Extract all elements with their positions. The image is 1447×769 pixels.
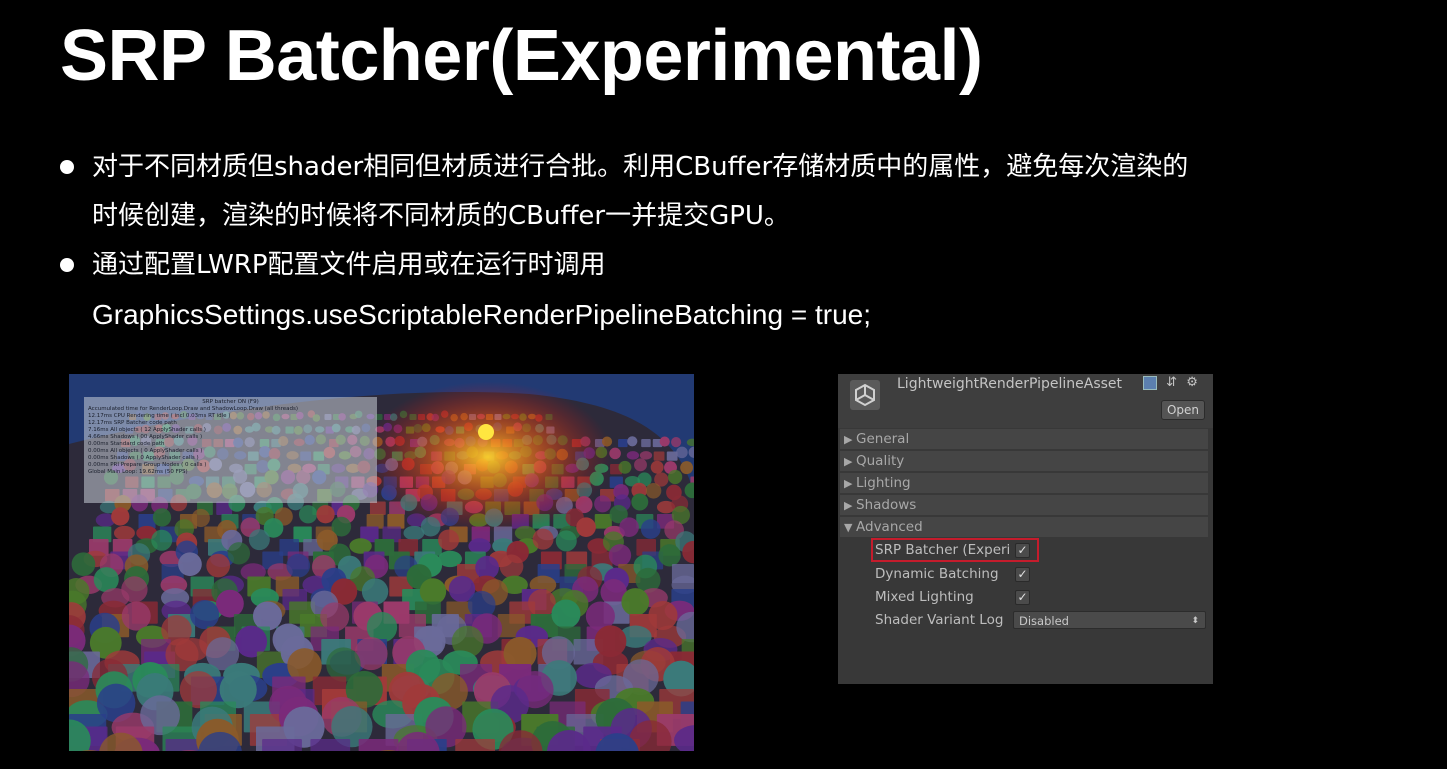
stats-line: 12.17ms CPU Rendering time ( incl 0.03ms… <box>88 413 231 419</box>
section-label: Shadows <box>856 497 917 513</box>
asset-name: LightweightRenderPipelineAsset <box>897 376 1123 392</box>
triangle-right-icon: ▶ <box>844 499 853 512</box>
highlight-box <box>871 538 1039 562</box>
slide-title: SRP Batcher(Experimental) <box>60 16 983 96</box>
inspector-panel: LightweightRenderPipelineAsset ⇵ ⚙ Open … <box>838 374 1213 684</box>
shader-variant-log-label: Shader Variant Log <box>875 612 1004 628</box>
section-label: Lighting <box>856 475 911 491</box>
stats-line: 12.17ms SRP Batcher code path <box>88 420 177 426</box>
section-lighting[interactable]: ▶ Lighting <box>840 473 1208 493</box>
bullet-line: 对于不同材质但shader相同但材质进行合批。利用CBuffer存储材质中的属性… <box>92 152 1189 182</box>
inspector-header: LightweightRenderPipelineAsset ⇵ ⚙ Open <box>838 374 1213 428</box>
mixed-lighting-label: Mixed Lighting <box>875 589 974 605</box>
stats-line: 0.00ms Standard code path <box>88 441 165 447</box>
header-icons: ⇵ ⚙ <box>1143 375 1203 390</box>
preset-icon[interactable]: ⇵ <box>1166 375 1177 390</box>
triangle-right-icon: ▶ <box>844 477 853 490</box>
gear-icon[interactable]: ⚙ <box>1186 375 1198 390</box>
bullet-item: 对于不同材质但shader相同但材质进行合批。利用CBuffer存储材质中的属性… <box>58 143 1418 241</box>
bullet-dot-icon <box>60 258 74 272</box>
open-button[interactable]: Open <box>1161 400 1205 420</box>
triangle-right-icon: ▶ <box>844 433 853 446</box>
dynamic-batching-label: Dynamic Batching <box>875 566 999 582</box>
triangle-down-icon: ▼ <box>844 521 853 534</box>
stats-line: 7.16ms All objects ( 12 ApplyShader call… <box>88 427 206 433</box>
section-general[interactable]: ▶ General <box>840 429 1208 449</box>
section-label: Quality <box>856 453 905 469</box>
bullet-item: 通过配置LWRP配置文件启用或在运行时调用 GraphicsSettings.u… <box>58 241 1418 339</box>
section-label: General <box>856 431 910 447</box>
stats-title: SRP batcher ON (F9) <box>202 399 259 405</box>
scene-screenshot: SRP batcher ON (F9) Accumulated time for… <box>69 374 694 751</box>
updown-arrow-icon: ⬍ <box>1191 616 1199 626</box>
stats-line: Accumulated time for RenderLoop.Draw and… <box>88 406 299 412</box>
section-advanced[interactable]: ▼ Advanced <box>840 517 1208 537</box>
shader-variant-log-dropdown[interactable]: Disabled ⬍ <box>1013 611 1206 629</box>
section-quality[interactable]: ▶ Quality <box>840 451 1208 471</box>
bullet-list: 对于不同材质但shader相同但材质进行合批。利用CBuffer存储材质中的属性… <box>58 143 1418 339</box>
dynamic-batching-checkbox[interactable]: ✓ <box>1015 567 1030 582</box>
section-label: Advanced <box>856 519 923 535</box>
mixed-lighting-checkbox[interactable]: ✓ <box>1015 590 1030 605</box>
dropdown-value: Disabled <box>1019 614 1069 628</box>
stats-line: Global Main Loop: 19.62ms (50 FPS) <box>88 469 188 475</box>
code-line: GraphicsSettings.useScriptableRenderPipe… <box>92 299 872 330</box>
stats-line: 4.66ms Shadows ( 00 ApplyShader calls ) <box>88 434 203 440</box>
unity-logo-icon <box>850 380 880 410</box>
stats-overlay: SRP batcher ON (F9) Accumulated time for… <box>84 397 377 503</box>
bullet-dot-icon <box>60 160 74 174</box>
stats-line: 0.00ms All objects ( 0 ApplyShader calls… <box>88 448 203 454</box>
section-shadows[interactable]: ▶ Shadows <box>840 495 1208 515</box>
stats-line: 0.00ms PRI Prepare Group Nodes ( 0 calls… <box>88 462 207 468</box>
stats-line: 0.00ms Shadows ( 0 ApplyShader calls ) <box>88 455 199 461</box>
bullet-line: 时候创建，渲染的时候将不同材质的CBuffer一并提交GPU。 <box>92 201 790 231</box>
bullet-line: 通过配置LWRP配置文件启用或在运行时调用 <box>92 250 606 280</box>
help-book-icon[interactable] <box>1143 375 1157 390</box>
triangle-right-icon: ▶ <box>844 455 853 468</box>
